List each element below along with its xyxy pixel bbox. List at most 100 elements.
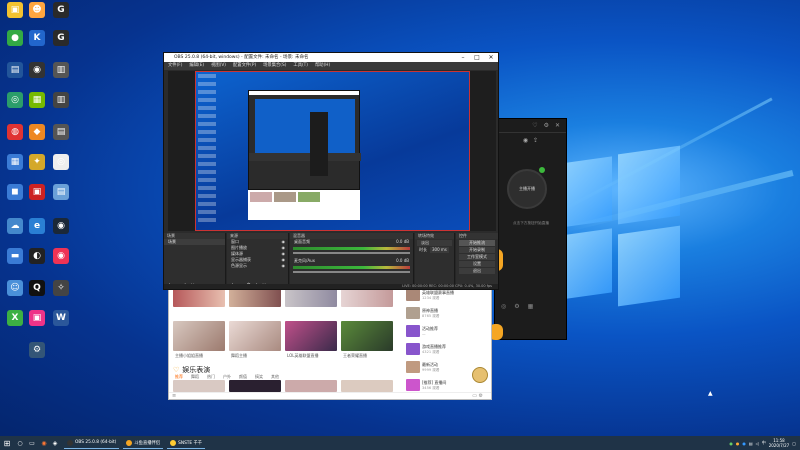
close-icon[interactable]: ✕ [555,122,560,129]
search-icon[interactable]: ○ [14,440,26,447]
start-live-circle[interactable]: 主播开播 [507,169,547,209]
grid-icon[interactable]: ▦ [528,303,534,310]
control-button[interactable]: 退出 [459,268,495,274]
preview-nested-browser [248,190,360,220]
menu-item[interactable]: 视图(V) [211,62,226,70]
source-item[interactable]: 色源显示 ◉ [227,263,288,269]
stream-thumbnail[interactable] [341,321,393,351]
desktop-shortcut[interactable]: W [48,310,74,327]
desktop-shortcut[interactable]: ⚙ [24,342,50,359]
list-item[interactable]: 英雄联盟赛事直播 1234 观看 [406,289,490,305]
stream-caption[interactable]: 主播小姐姐直播 [175,353,203,359]
pinned-app-icon[interactable]: ◈ [50,440,60,447]
taskbar-task[interactable]: SNSTE 千千 [167,438,206,449]
obs-titlebar[interactable]: OBS 25.0.8 (64-bit, windows) - 配置文件: 未命名… [164,53,498,62]
camera-icon[interactable]: ◎ [501,303,506,310]
notification-icon[interactable]: ▢ [792,441,796,446]
app-tray-icon[interactable]: ● [729,441,733,446]
volume-icon[interactable]: ◁ [756,441,759,446]
mic-icon[interactable]: ◉ [523,137,528,144]
clock[interactable]: 11:58 2020/7/27 [769,438,790,448]
scene-item[interactable]: 场景 [164,239,225,245]
start-button[interactable]: ⊞ [0,439,14,448]
desktop-shortcut[interactable]: G [48,2,74,19]
gift-icon[interactable]: ♡ [532,122,537,129]
list-item[interactable]: 活动推荐 — [406,325,490,341]
live-stream-browser[interactable]: 主播小姐姐直播 舞蹈主播 LOL英雄联盟直播 王者荣耀直播 ♡ 娱乐表演 推荐舞… [168,286,492,400]
obs-window[interactable]: OBS 25.0.8 (64-bit, windows) - 配置文件: 未命名… [163,52,499,290]
desktop-shortcut[interactable]: ▤ [48,184,74,201]
task-view-icon[interactable]: ▭ [26,440,38,447]
desktop-shortcut[interactable]: ◉ [48,218,74,235]
desktop-shortcut[interactable]: ▤ [48,124,74,141]
eye-icon[interactable]: ◉ [282,263,286,269]
volume-slider[interactable] [293,271,410,273]
stream-thumbnail[interactable] [173,380,225,392]
transition-select[interactable]: 淡出 [417,240,452,246]
live-companion-window[interactable]: ♡ ⚙ ✕ ◉ ⇪ 主播开播 点击下方按钮开始直播 ◎ ⚙ ▦ [489,118,567,340]
browser-icon[interactable]: ◉ [38,440,50,447]
menu-item[interactable]: 场景集合(S) [263,62,286,70]
menu-item[interactable]: 文件(F) [168,62,182,70]
desktop-shortcut[interactable]: ◐ [24,248,50,265]
stream-caption[interactable]: LOL英雄联盟直播 [287,353,318,359]
list-item[interactable]: 游戏直播推荐 4321 观看 [406,343,490,359]
stream-thumbnail[interactable] [229,321,281,351]
stream-caption[interactable]: 舞蹈主播 [231,353,247,359]
desktop-shortcut[interactable]: ☻ [24,2,50,19]
control-button[interactable]: 设置 [459,261,495,267]
desktop-shortcut[interactable]: ✧ [48,280,74,297]
menu-item[interactable]: 配置文件(P) [233,62,256,70]
desktop-shortcut[interactable]: ◆ [24,124,50,141]
desktop-shortcut[interactable]: ▣ [24,310,50,327]
volume-slider[interactable] [293,252,410,254]
stream-thumbnail[interactable] [341,289,393,307]
desktop-shortcut[interactable]: e [24,218,50,235]
stream-thumbnail[interactable] [285,321,337,351]
desktop-shortcut[interactable]: Q [24,280,50,297]
maximize-icon[interactable]: □ [470,53,484,62]
menu-item[interactable]: 帮助(H) [315,62,330,70]
avatar[interactable] [472,367,488,383]
list-item[interactable]: 原神直播 8765 观看 [406,307,490,323]
close-icon[interactable]: ✕ [484,53,498,62]
desktop-shortcut[interactable]: ◎ [48,154,74,171]
gear-icon[interactable]: ⚙ [514,303,519,310]
control-button[interactable]: 开始录制 [459,247,495,253]
desktop-shortcut[interactable]: ▥ [48,92,74,109]
stream-caption[interactable]: 王者荣耀直播 [343,353,367,359]
menu-item[interactable]: 工具(T) [293,62,308,70]
input-method-icon[interactable]: 中 [762,440,766,446]
duration-input[interactable]: 300 ms [430,247,449,253]
app-icon: G [53,30,69,46]
obs-preview[interactable] [168,71,496,231]
stream-thumbnail[interactable] [285,289,337,307]
menu-icon[interactable]: ≡ [172,393,176,399]
stream-thumbnail[interactable] [173,289,225,307]
control-button[interactable]: 开始推流 [459,240,495,246]
app-icon: ◎ [7,92,23,108]
desktop-shortcut[interactable]: ◉ [24,62,50,79]
share-icon[interactable]: ⇪ [533,137,538,144]
stream-thumbnail[interactable] [173,321,225,351]
desktop-shortcut[interactable]: ▥ [48,62,74,79]
network-icon[interactable]: ▤ [749,441,753,446]
stream-thumbnail[interactable] [229,380,281,392]
app-tray-icon[interactable]: ● [742,441,746,446]
stream-thumbnail[interactable] [229,289,281,307]
desktop-shortcut[interactable]: ◉ [48,248,74,265]
app-tray-icon[interactable]: ● [736,441,740,446]
menu-item[interactable]: 编辑(E) [189,62,204,70]
settings-icon[interactable]: ⚙ [544,122,549,129]
desktop-shortcut[interactable]: G [48,30,74,47]
stream-thumbnail[interactable] [285,380,337,392]
desktop-shortcut[interactable]: ▦ [24,92,50,109]
desktop-shortcut[interactable]: K [24,30,50,47]
stream-thumbnail[interactable] [341,380,393,392]
desktop-shortcut[interactable]: ✦ [24,154,50,171]
desktop-shortcut[interactable]: ▣ [24,184,50,201]
control-button[interactable]: 工作室模式 [459,254,495,260]
taskbar-task[interactable]: 斗鱼直播伴侣 [123,438,164,449]
minimize-icon[interactable]: – [456,53,470,62]
taskbar-task[interactable]: OBS 25.0.8 (64-bit) [64,438,120,449]
